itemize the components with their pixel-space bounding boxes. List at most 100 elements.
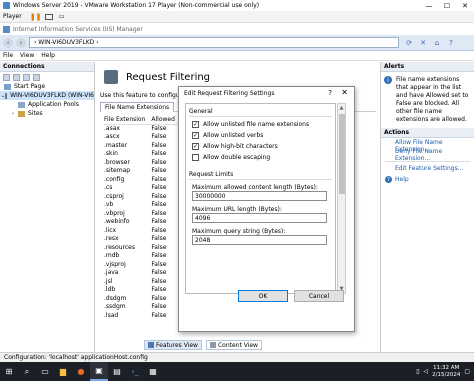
content-view-tab[interactable]: Content View <box>205 340 262 350</box>
table-row[interactable]: .csproj False <box>104 192 181 201</box>
refresh-icon[interactable] <box>33 73 40 81</box>
max-url-length-input[interactable]: 4096 <box>192 213 327 223</box>
address-bar: ‹ › › WIN-VI6DUV3FLKD › ⟳ ✕ ⌂ ? <box>0 35 474 51</box>
notifications-icon[interactable]: ▢ <box>464 368 470 375</box>
stop-icon[interactable]: ✕ <box>419 39 427 47</box>
scroll-up-icon[interactable]: ▲ <box>338 104 345 112</box>
table-row[interactable]: .java False <box>104 269 181 278</box>
tree-item-sites[interactable]: › Sites <box>0 109 94 118</box>
back-button[interactable]: ‹ <box>3 37 13 48</box>
close-button[interactable]: ✕ <box>456 0 474 11</box>
player-menu[interactable]: Player <box>3 13 22 20</box>
max-query-string-input[interactable]: 2048 <box>192 235 327 245</box>
unity-icon[interactable]: ▭ <box>58 13 66 20</box>
tree-item-server[interactable]: ⌄ WIN-VI6DUV3FLKD (WIN-VI6 <box>0 91 94 100</box>
menu-help[interactable]: Help <box>41 52 55 59</box>
checkbox-box[interactable] <box>192 154 199 161</box>
dialog-scrollbar[interactable]: ▲ ▼ <box>337 103 346 294</box>
table-row[interactable]: .browser False <box>104 158 181 167</box>
table-row[interactable]: .webinfo False <box>104 218 181 227</box>
server-manager-icon[interactable]: ▤ <box>108 362 126 381</box>
forward-button[interactable]: › <box>16 37 26 48</box>
cancel-button[interactable]: Cancel <box>294 290 344 302</box>
powershell-icon[interactable]: ›_ <box>126 362 144 381</box>
content-view-icon <box>209 342 216 348</box>
status-text: Configuration: 'localhost' applicationHo… <box>4 354 148 361</box>
checkbox-box[interactable]: ✓ <box>192 143 199 150</box>
minimize-button[interactable]: — <box>420 0 438 11</box>
connect-icon[interactable] <box>3 73 10 81</box>
save-icon[interactable] <box>13 73 20 81</box>
table-row[interactable]: .jsl False <box>104 277 181 286</box>
tab-file-name-extensions[interactable]: File Name Extensions <box>100 101 175 112</box>
allow-double-escaping-checkbox[interactable]: Allow double escaping <box>186 152 335 163</box>
extension-cell: .master <box>104 141 128 149</box>
table-row[interactable]: .ascx False <box>104 133 181 142</box>
up-icon[interactable] <box>23 73 30 81</box>
allow-unlisted-verbs-checkbox[interactable]: ✓ Allow unlisted verbs <box>186 130 335 141</box>
scroll-thumb[interactable] <box>339 114 345 194</box>
table-row[interactable]: .vbproj False <box>104 209 181 218</box>
extension-cell: .cs <box>104 184 113 192</box>
volume-icon[interactable]: ◁ <box>424 368 429 375</box>
column-file-extension[interactable]: File Extension <box>104 115 152 125</box>
table-row[interactable]: .vb False <box>104 201 181 210</box>
allowed-cell: False <box>151 175 167 183</box>
firefox-icon[interactable]: ● <box>72 362 90 381</box>
clock[interactable]: 11:32 AM 2/15/2024 <box>432 365 460 379</box>
side-panes: Alerts i File name extensions that appea… <box>380 62 474 352</box>
table-row[interactable]: .asax False <box>104 124 181 133</box>
pause-icon[interactable]: ❚❚ <box>30 13 42 21</box>
search-icon[interactable]: ⌕ <box>18 362 36 381</box>
allow-high-bit-characters-checkbox[interactable]: ✓ Allow high-bit characters <box>186 141 335 152</box>
start-icon[interactable]: ⊞ <box>0 362 18 381</box>
start-page-icon <box>4 83 11 90</box>
address-path[interactable]: › WIN-VI6DUV3FLKD › <box>29 37 399 48</box>
request-filtering-icon <box>104 70 118 84</box>
edit-feature-settings-link[interactable]: Edit Feature Settings... <box>381 164 474 173</box>
deny-file-name-extension-link[interactable]: Deny File Name Extension... <box>381 148 474 162</box>
table-row[interactable]: .dsdgm False <box>104 294 181 303</box>
help-link[interactable]: ? Help <box>381 175 474 184</box>
table-row[interactable]: .ssdgm False <box>104 303 181 312</box>
extension-cell: .ldb <box>104 286 116 294</box>
checkbox-box[interactable]: ✓ <box>192 121 199 128</box>
file-explorer-icon[interactable]: ▆ <box>54 362 72 381</box>
extension-cell: .mdb <box>104 252 120 260</box>
iis-manager-taskbar-icon[interactable]: ▣ <box>90 362 108 381</box>
dialog-close-button[interactable]: ✕ <box>341 88 348 97</box>
refresh-icon[interactable]: ⟳ <box>405 39 413 47</box>
network-icon[interactable]: ▯ <box>416 368 419 375</box>
table-row[interactable]: .config False <box>104 175 181 184</box>
menu-file[interactable]: File <box>3 52 13 59</box>
menu-view[interactable]: View <box>20 52 34 59</box>
table-row[interactable]: .mdb False <box>104 252 181 261</box>
max-content-length-input[interactable]: 30000000 <box>192 191 327 201</box>
table-row[interactable]: .skin False <box>104 150 181 159</box>
general-section-label: General <box>189 108 213 115</box>
table-row[interactable]: .resx False <box>104 235 181 244</box>
tree-item-application-pools[interactable]: Application Pools <box>0 100 94 109</box>
help-icon[interactable]: ? <box>447 39 455 47</box>
extension-cell: .lsad <box>104 311 119 319</box>
table-row[interactable]: .ldb False <box>104 286 181 295</box>
table-row[interactable]: .licx False <box>104 226 181 235</box>
table-row[interactable]: .vjsproj False <box>104 260 181 269</box>
features-view-tab[interactable]: Features View <box>144 340 202 350</box>
table-row[interactable]: .sitemap False <box>104 167 181 176</box>
checkbox-box[interactable]: ✓ <box>192 132 199 139</box>
tree-item-start-page[interactable]: Start Page <box>0 82 94 91</box>
dialog-help-button[interactable]: ? <box>328 89 332 97</box>
column-allowed[interactable]: Allowed <box>151 115 181 125</box>
home-icon[interactable]: ⌂ <box>433 39 441 47</box>
allow-unlisted-extensions-checkbox[interactable]: ✓ Allow unlisted file name extensions <box>186 119 335 130</box>
app-icon[interactable]: ▦ <box>144 362 162 381</box>
table-row[interactable]: .resources False <box>104 243 181 252</box>
table-row[interactable]: .master False <box>104 141 181 150</box>
maximize-button[interactable]: ☐ <box>438 0 456 11</box>
table-row[interactable]: .cs False <box>104 184 181 193</box>
screen-icon[interactable] <box>44 13 53 20</box>
task-view-icon[interactable]: ▭ <box>36 362 54 381</box>
ok-button[interactable]: OK <box>238 290 288 302</box>
table-row[interactable]: .lsad False <box>104 311 181 320</box>
